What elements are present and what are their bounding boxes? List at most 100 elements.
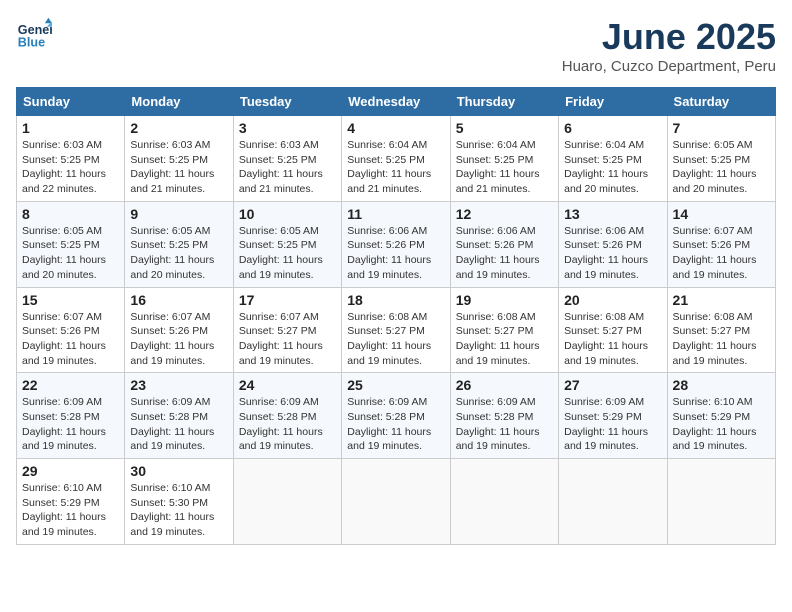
sunset-text: Sunset: 5:25 PM [564, 154, 642, 166]
day-info: Sunrise: 6:07 AM Sunset: 5:27 PM Dayligh… [239, 310, 336, 369]
day-number: 2 [130, 120, 227, 136]
day-number: 3 [239, 120, 336, 136]
calendar-cell: 21 Sunrise: 6:08 AM Sunset: 5:27 PM Dayl… [667, 287, 775, 373]
sunrise-text: Sunrise: 6:09 AM [239, 396, 319, 408]
day-number: 10 [239, 206, 336, 222]
calendar-cell [342, 459, 450, 545]
day-number: 13 [564, 206, 661, 222]
calendar-cell [450, 459, 558, 545]
sunrise-text: Sunrise: 6:05 AM [673, 139, 753, 151]
daylight-text: Daylight: 11 hours and 19 minutes. [22, 511, 106, 538]
sunset-text: Sunset: 5:28 PM [347, 411, 425, 423]
calendar-cell: 24 Sunrise: 6:09 AM Sunset: 5:28 PM Dayl… [233, 373, 341, 459]
day-number: 20 [564, 292, 661, 308]
sunrise-text: Sunrise: 6:10 AM [130, 482, 210, 494]
sunset-text: Sunset: 5:25 PM [130, 239, 208, 251]
sunrise-text: Sunrise: 6:07 AM [130, 311, 210, 323]
day-number: 1 [22, 120, 119, 136]
sunset-text: Sunset: 5:25 PM [130, 154, 208, 166]
sunrise-text: Sunrise: 6:07 AM [239, 311, 319, 323]
day-number: 26 [456, 377, 553, 393]
daylight-text: Daylight: 11 hours and 19 minutes. [673, 254, 757, 281]
day-info: Sunrise: 6:08 AM Sunset: 5:27 PM Dayligh… [564, 310, 661, 369]
day-info: Sunrise: 6:05 AM Sunset: 5:25 PM Dayligh… [673, 138, 770, 197]
calendar-cell: 29 Sunrise: 6:10 AM Sunset: 5:29 PM Dayl… [17, 459, 125, 545]
calendar-cell [233, 459, 341, 545]
sunset-text: Sunset: 5:27 PM [673, 325, 751, 337]
day-info: Sunrise: 6:09 AM Sunset: 5:29 PM Dayligh… [564, 395, 661, 454]
day-number: 16 [130, 292, 227, 308]
sunrise-text: Sunrise: 6:03 AM [22, 139, 102, 151]
sunrise-text: Sunrise: 6:06 AM [456, 225, 536, 237]
sunrise-text: Sunrise: 6:03 AM [239, 139, 319, 151]
day-number: 29 [22, 463, 119, 479]
day-info: Sunrise: 6:10 AM Sunset: 5:29 PM Dayligh… [22, 481, 119, 540]
daylight-text: Daylight: 11 hours and 20 minutes. [130, 254, 214, 281]
day-info: Sunrise: 6:10 AM Sunset: 5:29 PM Dayligh… [673, 395, 770, 454]
day-number: 7 [673, 120, 770, 136]
calendar-cell [559, 459, 667, 545]
calendar-cell: 10 Sunrise: 6:05 AM Sunset: 5:25 PM Dayl… [233, 201, 341, 287]
sunset-text: Sunset: 5:26 PM [130, 325, 208, 337]
day-number: 4 [347, 120, 444, 136]
day-number: 14 [673, 206, 770, 222]
day-number: 27 [564, 377, 661, 393]
calendar-cell: 15 Sunrise: 6:07 AM Sunset: 5:26 PM Dayl… [17, 287, 125, 373]
sunset-text: Sunset: 5:25 PM [22, 154, 100, 166]
calendar-cell: 16 Sunrise: 6:07 AM Sunset: 5:26 PM Dayl… [125, 287, 233, 373]
day-info: Sunrise: 6:05 AM Sunset: 5:25 PM Dayligh… [130, 224, 227, 283]
sunrise-text: Sunrise: 6:03 AM [130, 139, 210, 151]
day-info: Sunrise: 6:03 AM Sunset: 5:25 PM Dayligh… [22, 138, 119, 197]
calendar-cell: 27 Sunrise: 6:09 AM Sunset: 5:29 PM Dayl… [559, 373, 667, 459]
location-subtitle: Huaro, Cuzco Department, Peru [562, 58, 776, 75]
daylight-text: Daylight: 11 hours and 19 minutes. [564, 426, 648, 453]
calendar-cell: 2 Sunrise: 6:03 AM Sunset: 5:25 PM Dayli… [125, 116, 233, 202]
daylight-text: Daylight: 11 hours and 21 minutes. [347, 168, 431, 195]
day-info: Sunrise: 6:03 AM Sunset: 5:25 PM Dayligh… [239, 138, 336, 197]
sunrise-text: Sunrise: 6:09 AM [564, 396, 644, 408]
sunset-text: Sunset: 5:28 PM [130, 411, 208, 423]
sunset-text: Sunset: 5:28 PM [239, 411, 317, 423]
daylight-text: Daylight: 11 hours and 22 minutes. [22, 168, 106, 195]
sunset-text: Sunset: 5:26 PM [456, 239, 534, 251]
day-number: 8 [22, 206, 119, 222]
sunset-text: Sunset: 5:27 PM [456, 325, 534, 337]
day-info: Sunrise: 6:07 AM Sunset: 5:26 PM Dayligh… [130, 310, 227, 369]
day-info: Sunrise: 6:08 AM Sunset: 5:27 PM Dayligh… [347, 310, 444, 369]
day-number: 24 [239, 377, 336, 393]
sunset-text: Sunset: 5:29 PM [22, 497, 100, 509]
day-info: Sunrise: 6:09 AM Sunset: 5:28 PM Dayligh… [239, 395, 336, 454]
sunrise-text: Sunrise: 6:10 AM [673, 396, 753, 408]
sunrise-text: Sunrise: 6:06 AM [564, 225, 644, 237]
day-info: Sunrise: 6:03 AM Sunset: 5:25 PM Dayligh… [130, 138, 227, 197]
day-info: Sunrise: 6:04 AM Sunset: 5:25 PM Dayligh… [347, 138, 444, 197]
sunrise-text: Sunrise: 6:08 AM [673, 311, 753, 323]
daylight-text: Daylight: 11 hours and 19 minutes. [347, 340, 431, 367]
sunset-text: Sunset: 5:28 PM [22, 411, 100, 423]
daylight-text: Daylight: 11 hours and 19 minutes. [130, 340, 214, 367]
calendar-cell: 13 Sunrise: 6:06 AM Sunset: 5:26 PM Dayl… [559, 201, 667, 287]
day-number: 15 [22, 292, 119, 308]
daylight-text: Daylight: 11 hours and 20 minutes. [22, 254, 106, 281]
weekday-header-row: Sunday Monday Tuesday Wednesday Thursday… [17, 88, 776, 116]
day-info: Sunrise: 6:09 AM Sunset: 5:28 PM Dayligh… [456, 395, 553, 454]
calendar-cell: 4 Sunrise: 6:04 AM Sunset: 5:25 PM Dayli… [342, 116, 450, 202]
calendar-cell: 8 Sunrise: 6:05 AM Sunset: 5:25 PM Dayli… [17, 201, 125, 287]
daylight-text: Daylight: 11 hours and 19 minutes. [239, 254, 323, 281]
sunset-text: Sunset: 5:27 PM [239, 325, 317, 337]
day-info: Sunrise: 6:07 AM Sunset: 5:26 PM Dayligh… [673, 224, 770, 283]
sunrise-text: Sunrise: 6:08 AM [347, 311, 427, 323]
day-info: Sunrise: 6:08 AM Sunset: 5:27 PM Dayligh… [673, 310, 770, 369]
daylight-text: Daylight: 11 hours and 19 minutes. [456, 340, 540, 367]
sunrise-text: Sunrise: 6:10 AM [22, 482, 102, 494]
month-title: June 2025 [562, 16, 776, 58]
day-number: 17 [239, 292, 336, 308]
daylight-text: Daylight: 11 hours and 21 minutes. [239, 168, 323, 195]
calendar-week-5: 29 Sunrise: 6:10 AM Sunset: 5:29 PM Dayl… [17, 459, 776, 545]
sunrise-text: Sunrise: 6:09 AM [347, 396, 427, 408]
sunset-text: Sunset: 5:25 PM [239, 154, 317, 166]
day-number: 28 [673, 377, 770, 393]
day-info: Sunrise: 6:10 AM Sunset: 5:30 PM Dayligh… [130, 481, 227, 540]
sunset-text: Sunset: 5:25 PM [22, 239, 100, 251]
logo-icon: General Blue [16, 16, 52, 52]
